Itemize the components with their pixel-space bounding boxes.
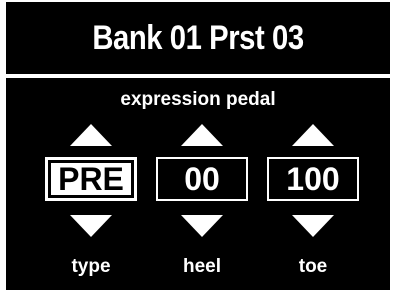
type-value: PRE	[51, 161, 131, 197]
increment-arrow-icon[interactable]	[292, 124, 334, 146]
increment-arrow-icon[interactable]	[70, 124, 112, 146]
heel-label: heel	[182, 256, 222, 277]
device-screen: Bank 01 Prst 03 expression pedal PRE typ…	[6, 2, 390, 290]
type-value-box[interactable]: PRE	[45, 157, 137, 201]
toe-value: 100	[286, 160, 340, 197]
type-label: type	[71, 256, 111, 277]
heel-value: 00	[184, 160, 220, 197]
decrement-arrow-icon[interactable]	[292, 215, 334, 237]
heel-value-box[interactable]: 00	[156, 157, 248, 201]
param-type: PRE type	[41, 2, 141, 290]
param-toe: 100 toe	[263, 2, 363, 290]
param-heel: 00 heel	[152, 2, 252, 290]
toe-label: toe	[298, 256, 328, 277]
toe-value-box[interactable]: 100	[267, 157, 359, 201]
increment-arrow-icon[interactable]	[181, 124, 223, 146]
decrement-arrow-icon[interactable]	[70, 215, 112, 237]
decrement-arrow-icon[interactable]	[181, 215, 223, 237]
